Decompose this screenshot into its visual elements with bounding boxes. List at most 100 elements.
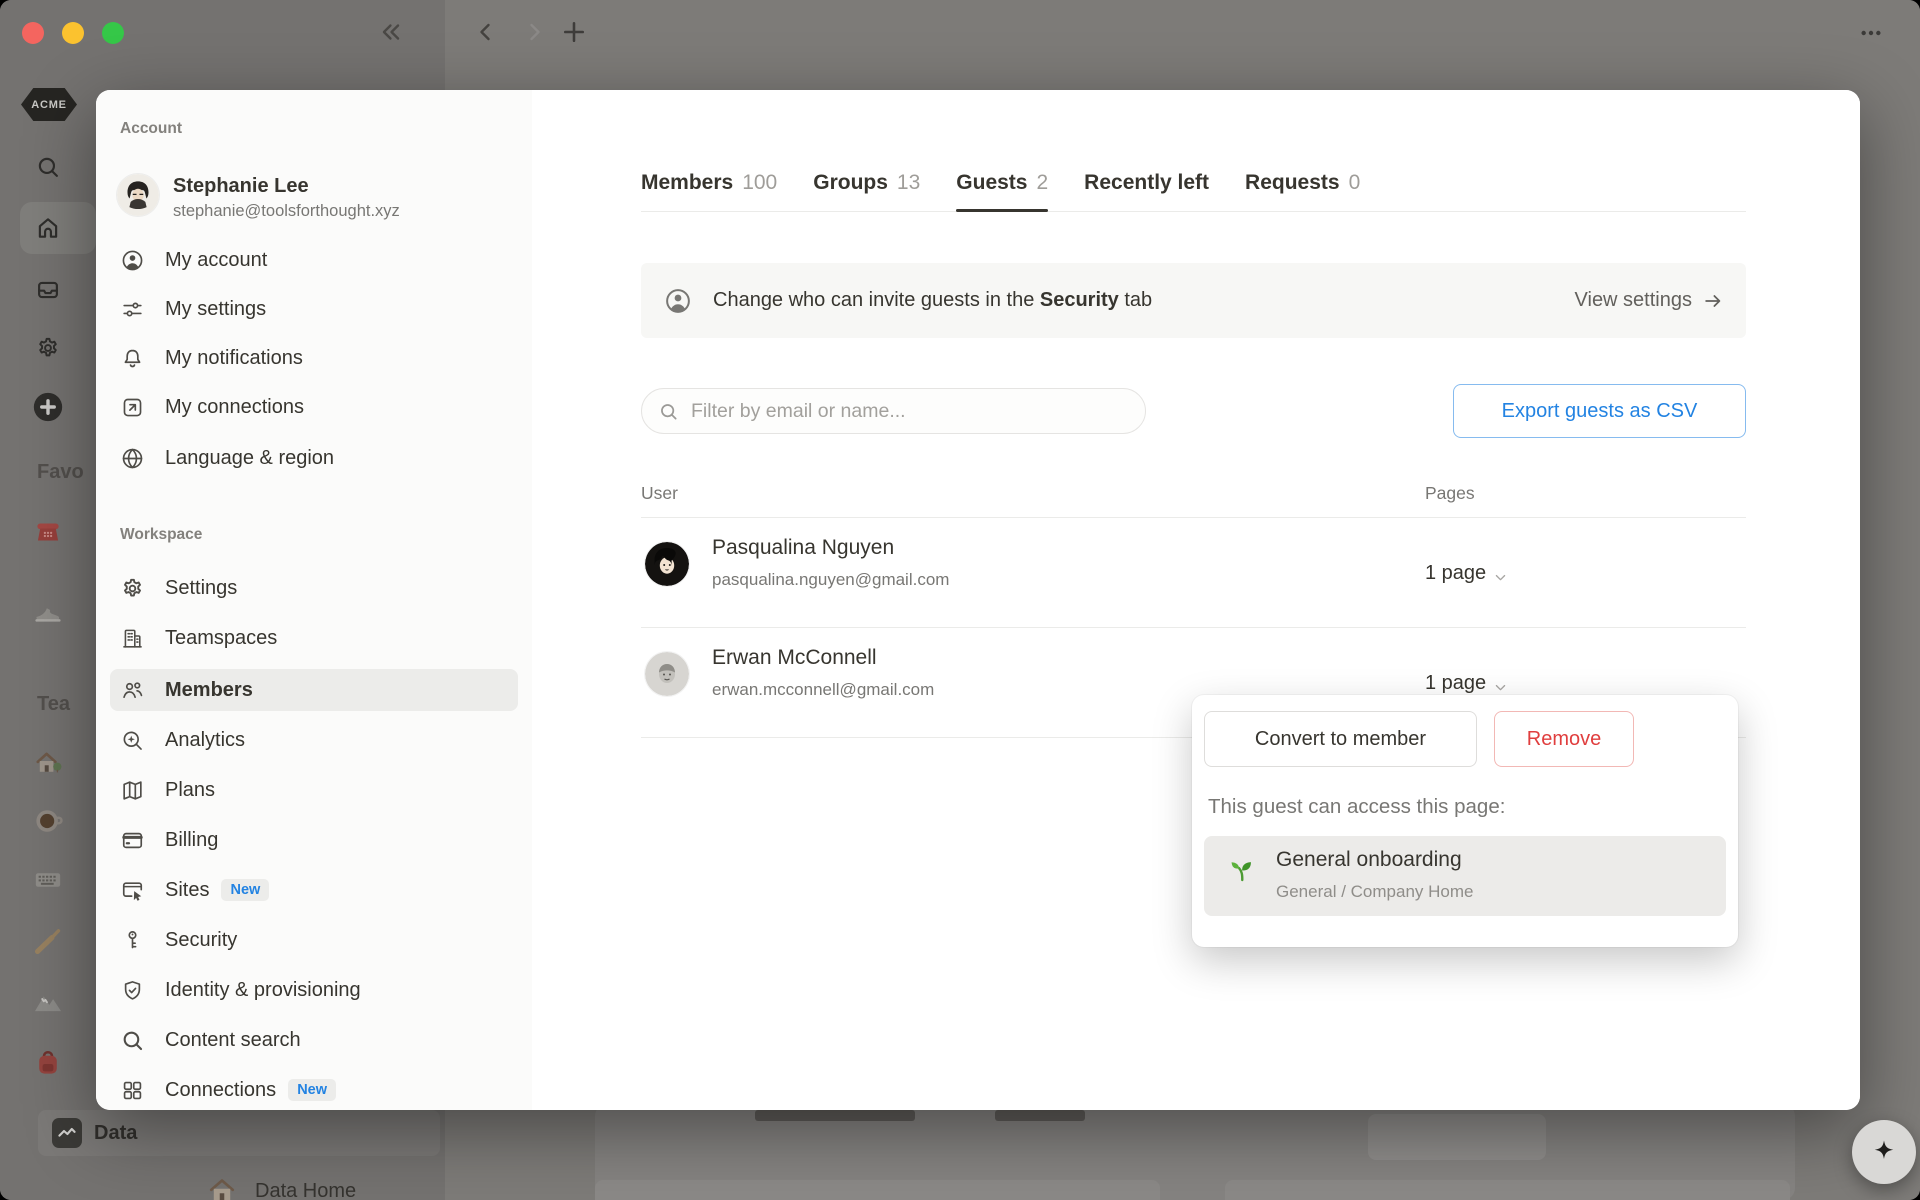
home-icon[interactable] <box>35 215 61 241</box>
forward-icon[interactable] <box>522 20 546 44</box>
tab-requests[interactable]: Requests 0 <box>1245 154 1360 211</box>
avatar <box>645 652 689 696</box>
background-content-fragment <box>595 1104 1795 1200</box>
search-icon <box>120 1028 145 1053</box>
ai-assistant-button[interactable] <box>1852 1120 1916 1184</box>
sidebar-item-teamspaces[interactable]: Teamspaces <box>110 617 518 659</box>
teamspaces-section-label: Tea <box>37 693 70 715</box>
grid-icon <box>120 1078 145 1103</box>
sidebar-item-settings[interactable]: Settings <box>110 567 518 609</box>
backpack-icon[interactable] <box>31 1047 65 1081</box>
chevron-down-icon <box>1493 568 1508 583</box>
new-badge: New <box>221 879 270 901</box>
guest-filter-field[interactable] <box>641 388 1146 434</box>
page-breadcrumb: General / Company Home <box>1276 882 1474 901</box>
chevron-down-icon <box>1493 678 1508 693</box>
sidebar-item-analytics[interactable]: Analytics <box>110 719 518 761</box>
workspace-section-label: Workspace <box>120 526 203 543</box>
accessible-page-item[interactable]: General onboarding General / Company Hom… <box>1204 836 1726 916</box>
zoom-window-button[interactable] <box>102 22 124 44</box>
screen: ACME Favo Tea Data Data Home Account Ste… <box>0 0 1920 1200</box>
shield-check-icon <box>120 978 145 1003</box>
export-guests-button[interactable]: Export guests as CSV <box>1453 384 1746 438</box>
building-icon <box>120 626 145 651</box>
sidebar-item-my-notifications[interactable]: My notifications <box>110 337 518 379</box>
sidebar-item-security[interactable]: Security <box>110 919 518 961</box>
view-settings-link[interactable]: View settings <box>1575 289 1724 312</box>
guest-email: pasqualina.nguyen@gmail.com <box>712 570 950 589</box>
person-circle-icon <box>120 248 145 273</box>
user-name: Stephanie Lee <box>173 175 309 197</box>
plus-circle-icon[interactable] <box>31 390 65 424</box>
house-garden-icon[interactable] <box>31 746 65 780</box>
invite-guests-banner: Change who can invite guests in the Secu… <box>641 263 1746 338</box>
search-sparkle-icon <box>120 728 145 753</box>
sidebar-item-members[interactable]: Members <box>110 669 518 711</box>
person-circle-icon <box>663 286 693 316</box>
globe-icon <box>120 446 145 471</box>
sidebar-item-language-region[interactable]: Language & region <box>110 437 518 479</box>
tab-members[interactable]: Members 100 <box>641 154 777 211</box>
remove-guest-button[interactable]: Remove <box>1494 711 1634 767</box>
inbox-icon[interactable] <box>35 277 61 303</box>
gear-icon[interactable] <box>35 335 61 361</box>
settings-modal: Account Stephanie Lee stephanie@toolsfor… <box>96 90 1860 1110</box>
sliders-icon <box>120 297 145 322</box>
search-icon[interactable] <box>35 154 61 180</box>
sidebar-item-billing[interactable]: Billing <box>110 819 518 861</box>
sidebar-item-my-account[interactable]: My account <box>110 239 518 281</box>
guest-actions-popover: Convert to member Remove This guest can … <box>1192 695 1738 947</box>
column-header-pages: Pages <box>1425 483 1475 503</box>
mountain-icon[interactable] <box>31 985 65 1019</box>
more-menu-icon[interactable] <box>1845 22 1897 44</box>
close-window-button[interactable] <box>22 22 44 44</box>
tab-count: 2 <box>1036 170 1049 194</box>
sidebar-item-connections[interactable]: Connections New <box>110 1069 518 1111</box>
coffee-icon[interactable] <box>31 804 65 838</box>
guest-row: Pasqualina Nguyen pasqualina.nguyen@gmai… <box>641 518 1746 628</box>
avatar <box>645 542 689 586</box>
tab-groups[interactable]: Groups 13 <box>813 154 920 211</box>
sidebar-item-my-connections[interactable]: My connections <box>110 386 518 428</box>
sidebar-item-identity-provisioning[interactable]: Identity & provisioning <box>110 969 518 1011</box>
running-shoe-icon[interactable] <box>31 594 65 628</box>
share-box-icon <box>120 395 145 420</box>
sidebar-item-plans[interactable]: Plans <box>110 769 518 811</box>
back-icon[interactable] <box>474 20 498 44</box>
tab-recently-left[interactable]: Recently left <box>1084 154 1209 211</box>
app-window: ACME Favo Tea Data Data Home Account Ste… <box>0 0 1920 1200</box>
minimize-window-button[interactable] <box>62 22 84 44</box>
credit-card-icon <box>120 828 145 853</box>
sidebar-item-sites[interactable]: Sites New <box>110 869 518 911</box>
keyboard-icon[interactable] <box>31 863 65 897</box>
banner-text: Change who can invite guests in the Secu… <box>713 289 1153 311</box>
tab-guests[interactable]: Guests 2 <box>956 154 1049 212</box>
convert-to-member-button[interactable]: Convert to member <box>1204 711 1477 767</box>
favorites-section-label: Favo <box>37 461 84 483</box>
red-telephone-icon[interactable] <box>31 515 65 549</box>
new-tab-icon[interactable] <box>560 18 588 46</box>
collapse-sidebar-icon[interactable] <box>378 19 404 45</box>
guest-filter-input[interactable] <box>691 399 1129 423</box>
sidebar-item-data[interactable]: Data <box>38 1110 440 1156</box>
seedling-icon <box>1226 854 1258 886</box>
page-title: General onboarding <box>1276 848 1462 871</box>
sidebar-item-my-settings[interactable]: My settings <box>110 288 518 330</box>
avatar <box>117 174 159 216</box>
search-icon <box>658 401 679 422</box>
guest-email: erwan.mcconnell@gmail.com <box>712 680 935 699</box>
popover-caption: This guest can access this page: <box>1208 795 1506 818</box>
sidebar-item-content-search[interactable]: Content search <box>110 1019 518 1061</box>
guest-name: Pasqualina Nguyen <box>712 536 895 559</box>
guests-toolbar: Export guests as CSV <box>641 384 1746 438</box>
map-icon <box>120 778 145 803</box>
sidebar-item-data-home[interactable]: Data Home <box>38 1168 356 1200</box>
house-icon <box>205 1174 239 1200</box>
sidebar-item-label: Data Home <box>255 1179 357 1200</box>
members-tabs: Members 100 Groups 13 Guests 2 Recently … <box>641 154 1746 212</box>
guest-pages-dropdown[interactable]: 1 page <box>1425 518 1508 628</box>
tab-count: 0 <box>1348 170 1361 194</box>
wood-bat-icon[interactable] <box>31 924 65 958</box>
people-icon <box>120 678 145 703</box>
chart-zigzag-icon <box>52 1118 82 1148</box>
